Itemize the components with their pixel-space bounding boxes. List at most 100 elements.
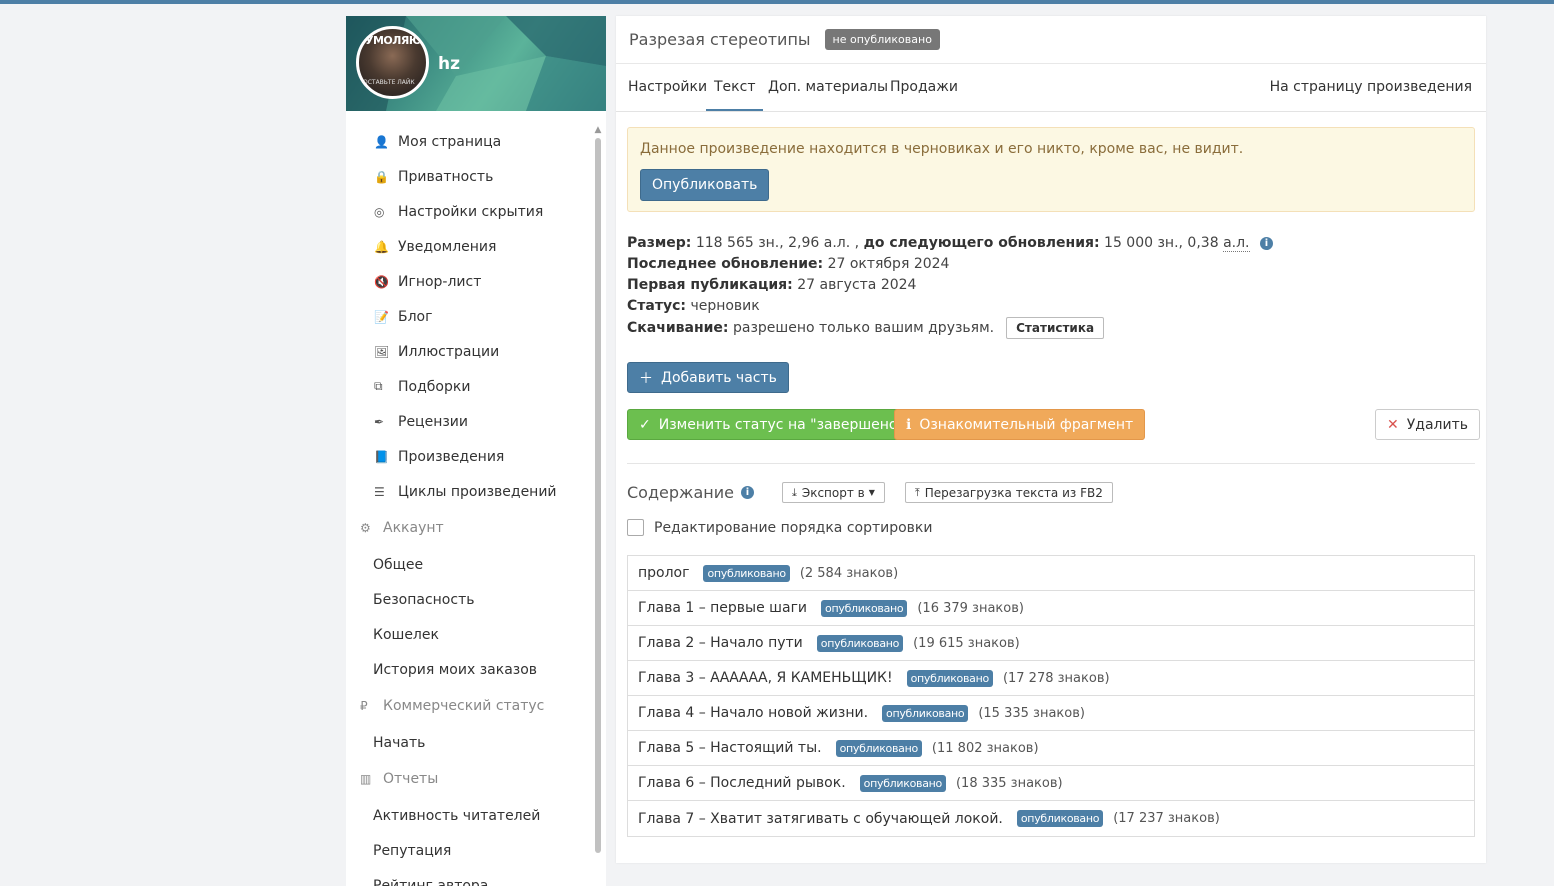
chapter-chars: (17 237 знаков)	[1113, 811, 1220, 826]
sidebar-item-cycles[interactable]: ☰ Циклы произведений	[346, 474, 586, 509]
sidebar-item-label: Настройки скрытия	[398, 203, 544, 220]
sort-edit-checkbox[interactable]	[627, 519, 644, 536]
sidebar-item-reputation[interactable]: Репутация	[346, 833, 586, 868]
sidebar-item-label: Подборки	[398, 378, 471, 395]
chapter-row[interactable]: Глава 2 – Начало пути опубликовано (19 615…	[628, 626, 1474, 661]
sidebar-item-label: Циклы произведений	[398, 483, 557, 500]
change-status-button[interactable]: ✓ Изменить статус на "завершено"	[627, 409, 916, 440]
work-title: Разрезая стереотипы	[629, 30, 811, 49]
chapter-title[interactable]: Глава 5 – Настоящий ты.	[638, 740, 822, 756]
published-badge: опубликовано	[1016, 810, 1104, 827]
scroll-up-arrow-icon[interactable]: ▲	[594, 124, 602, 136]
sidebar-item-notifications[interactable]: 🔔 Уведомления	[346, 229, 586, 264]
sidebar-item-order-history[interactable]: История моих заказов	[346, 652, 586, 687]
book-icon: 📘	[374, 449, 389, 464]
intro-fragment-button[interactable]: ℹ Ознакомительный фрагмент	[894, 409, 1146, 440]
download-row: Скачивание: разрешено только вашим друзь…	[627, 317, 1273, 339]
sidebar-item-reviews[interactable]: ✒ Рецензии	[346, 404, 586, 439]
chapter-title[interactable]: Глава 2 – Начало пути	[638, 635, 803, 651]
sidebar-item-author-rating[interactable]: Рейтинг автора	[346, 868, 586, 886]
sidebar-item-wallet[interactable]: Кошелек	[346, 617, 586, 652]
sidebar: УМОЛЯЮ ОСТАВЬТЕ ЛАЙК hz 👤 Моя страница 🔒 П…	[346, 16, 606, 886]
chapter-title[interactable]: Глава 6 – Последний рывок.	[638, 775, 846, 791]
chapter-title[interactable]: Глава 1 – первые шаги	[638, 600, 807, 616]
sidebar-item-privacy[interactable]: 🔒 Приватность	[346, 159, 586, 194]
sidebar-item-blog[interactable]: 📝 Блог	[346, 299, 586, 334]
toc-title: Содержание	[627, 483, 734, 502]
status-row: Статус: черновик	[627, 298, 760, 314]
info-icon: ℹ	[906, 416, 912, 433]
sidebar-item-start[interactable]: Начать	[346, 725, 586, 760]
sidebar-item-general[interactable]: Общее	[346, 547, 586, 582]
sidebar-item-ignore-list[interactable]: 🔇 Игнор-лист	[346, 264, 586, 299]
chapter-row[interactable]: Глава 7 – Хватит затягивать с обучающей …	[628, 801, 1474, 836]
export-dropdown-button[interactable]: ⤓ Экспорт в ▼	[781, 482, 885, 503]
sidebar-item-label: Игнор-лист	[398, 273, 482, 290]
chapter-title[interactable]: Глава 7 – Хватит затягивать с обучающей …	[638, 811, 1003, 827]
tab-sales[interactable]: Продажи	[890, 64, 958, 111]
sidebar-item-hide-settings[interactable]: ◎ Настройки скрытия	[346, 194, 586, 229]
chapter-title[interactable]: пролог	[638, 565, 689, 581]
chapter-row[interactable]: пролог опубликовано (2 584 знаков)	[628, 556, 1474, 591]
chapter-title[interactable]: Глава 4 – Начало новой жизни.	[638, 705, 868, 721]
sidebar-item-label: Иллюстрации	[398, 343, 500, 360]
delete-button[interactable]: ✕ Удалить	[1375, 409, 1480, 440]
info-icon[interactable]: i	[740, 486, 754, 499]
avatar-caption-top: УМОЛЯЮ	[365, 34, 422, 47]
tab-text[interactable]: Текст	[706, 64, 764, 111]
divider	[627, 463, 1475, 464]
published-badge: опубликовано	[859, 774, 946, 792]
username[interactable]: hz	[438, 54, 460, 74]
chapter-chars: (2 584 знаков)	[799, 565, 899, 581]
sidebar-item-my-page[interactable]: 👤 Моя страница	[346, 124, 586, 159]
ruble-icon: ₽	[360, 699, 368, 713]
last-update-row: Последнее обновление: 27 октября 2024	[627, 256, 950, 272]
scroll-thumb[interactable]	[595, 138, 601, 853]
blog-icon: 📝	[374, 309, 389, 324]
chapter-chars: (17 278 знаков)	[1002, 670, 1110, 686]
alert-text: Данное произведение находится в черновик…	[640, 141, 1244, 157]
statistics-button[interactable]: Статистика	[1006, 317, 1105, 339]
publish-button[interactable]: Опубликовать	[640, 169, 770, 201]
sidebar-item-collections[interactable]: ⧉ Подборки	[346, 369, 586, 404]
mute-icon: 🔇	[374, 274, 389, 289]
chapter-row[interactable]: Глава 4 – Начало новой жизни. опубликован…	[628, 696, 1474, 731]
chapter-chars: (15 335 знаков)	[978, 705, 1085, 721]
tabs: Настройки Текст Доп. материалы Продажи Н…	[616, 64, 1486, 112]
chapter-row[interactable]: Глава 6 – Последний рывок. опубликовано (1…	[628, 766, 1474, 801]
sidebar-item-illustrations[interactable]: 🖼 Иллюстрации	[346, 334, 586, 369]
al-abbrev[interactable]: а.л.	[1223, 235, 1250, 252]
section-title: Отчеты	[383, 771, 439, 787]
work-page-link[interactable]: На страницу произведения	[1270, 64, 1472, 111]
avatar[interactable]: УМОЛЯЮ ОСТАВЬТЕ ЛАЙК	[356, 26, 429, 99]
avatar-caption-bottom: ОСТАВЬТЕ ЛАЙК	[363, 79, 415, 86]
chapter-chars: (11 802 знаков)	[931, 740, 1039, 756]
chapter-title[interactable]: Глава 3 – АААААА, Я КАМЕНЬЩИК!	[638, 670, 893, 686]
quill-icon: ✒	[374, 414, 385, 429]
top-bar	[0, 0, 1554, 4]
sidebar-item-label: Уведомления	[398, 238, 497, 255]
tab-settings[interactable]: Настройки	[628, 64, 707, 111]
user-icon: 👤	[374, 134, 389, 149]
chapter-row[interactable]: Глава 5 – Настоящий ты. опубликовано (11 8…	[628, 731, 1474, 766]
draft-alert: Данное произведение находится в черновик…	[627, 127, 1475, 212]
info-icon[interactable]: i	[1259, 237, 1273, 250]
sort-edit-label[interactable]: Редактирование порядка сортировки	[654, 520, 932, 536]
sidebar-item-reader-activity[interactable]: Активность читателей	[346, 798, 586, 833]
tab-extra-materials[interactable]: Доп. материалы	[768, 64, 888, 111]
bell-icon: 🔔	[374, 239, 389, 254]
sidebar-item-works[interactable]: 📘 Произведения	[346, 439, 586, 474]
section-title: Аккаунт	[383, 520, 444, 536]
reload-fb2-button[interactable]: ⤒ Перезагрузка текста из FB2	[904, 482, 1113, 503]
chapter-row[interactable]: Глава 3 – АААААА, Я КАМЕНЬЩИК! опубликова…	[628, 661, 1474, 696]
sidebar-scrollbar[interactable]: ▲	[594, 124, 602, 864]
published-badge: опубликовано	[906, 669, 993, 687]
download-icon: ⤓	[791, 485, 797, 499]
add-part-button[interactable]: ＋ Добавить часть	[627, 362, 789, 393]
sidebar-item-label: Моя страница	[398, 133, 502, 150]
sidebar-item-security[interactable]: Безопасность	[346, 582, 586, 617]
sidebar-item-label: Блог	[398, 308, 433, 325]
chapter-row[interactable]: Глава 1 – первые шаги опубликовано (16 379…	[628, 591, 1474, 626]
sidebar-section-account: ⚙ Аккаунт	[346, 509, 586, 547]
profile-header: УМОЛЯЮ ОСТАВЬТЕ ЛАЙК hz	[346, 16, 606, 111]
